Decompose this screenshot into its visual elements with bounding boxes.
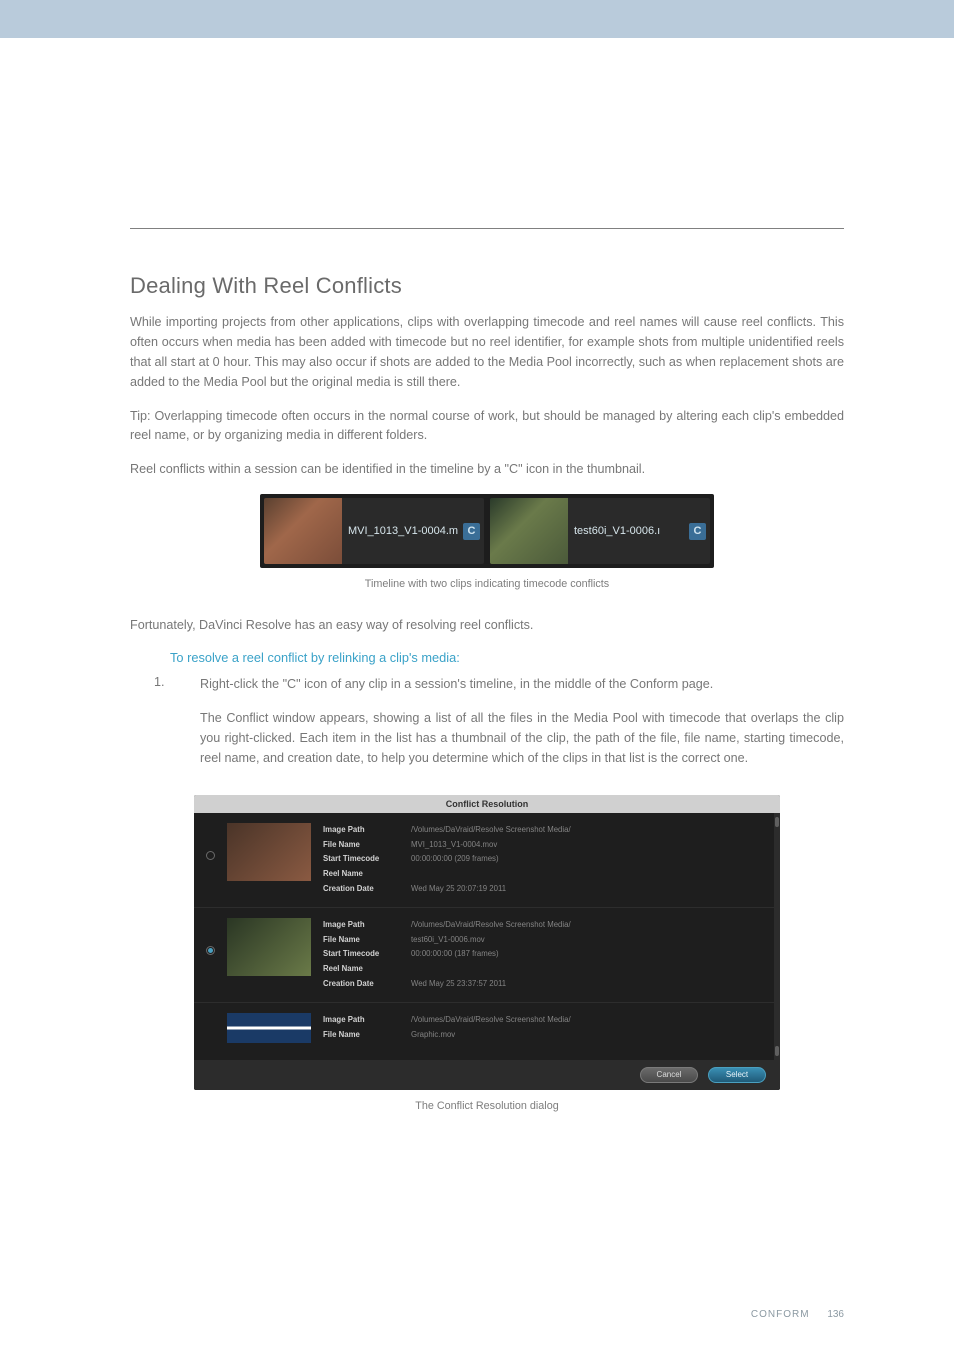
- timeline-clip-2[interactable]: test60i_V1-0006.ı C: [490, 498, 710, 564]
- meta-key: Image Path: [323, 823, 395, 838]
- conflict-entry[interactable]: Image Path/Volumes/DaVraid/Resolve Scree…: [194, 1003, 776, 1060]
- step-1: 1. Right-click the "C" icon of any clip …: [154, 675, 844, 783]
- clip-name-label: MVI_1013_V1-0004.m: [342, 525, 463, 537]
- meta-key: File Name: [323, 1028, 395, 1043]
- para-fortunately: Fortunately, DaVinci Resolve has an easy…: [130, 616, 844, 636]
- select-button[interactable]: Select: [708, 1067, 766, 1083]
- entry-thumbnail: [227, 918, 311, 976]
- meta-value: Graphic.mov: [411, 1028, 455, 1043]
- meta-key: Reel Name: [323, 962, 395, 977]
- entry-thumbnail: [227, 823, 311, 881]
- meta-key: Start Timecode: [323, 947, 395, 962]
- meta-value: Wed May 25 23:37:57 2011: [411, 977, 506, 992]
- meta-value: 00:00:00:00 (209 frames): [411, 852, 499, 867]
- para-intro: While importing projects from other appl…: [130, 313, 844, 393]
- conflict-entry[interactable]: Image Path/Volumes/DaVraid/Resolve Scree…: [194, 908, 776, 1003]
- meta-key: Reel Name: [323, 867, 395, 882]
- para-c-icon: Reel conflicts within a session can be i…: [130, 460, 844, 480]
- entry-metadata: Image Path/Volumes/DaVraid/Resolve Scree…: [323, 918, 764, 992]
- radio-selected[interactable]: [206, 946, 215, 955]
- meta-key: Start Timecode: [323, 852, 395, 867]
- entry-metadata: Image Path/Volumes/DaVraid/Resolve Scree…: [323, 1013, 764, 1043]
- clip-thumbnail: [264, 498, 342, 564]
- meta-key: Image Path: [323, 918, 395, 933]
- figure-conflict-dialog: Conflict Resolution Image Path/Volumes/D…: [194, 795, 780, 1090]
- meta-key: File Name: [323, 838, 395, 853]
- scrollbar-thumb: [775, 1046, 779, 1056]
- meta-value: /Volumes/DaVraid/Resolve Screenshot Medi…: [411, 918, 571, 933]
- para-tip: Tip: Overlapping timecode often occurs i…: [130, 407, 844, 447]
- meta-value: Wed May 25 20:07:19 2011: [411, 882, 506, 897]
- meta-key: Creation Date: [323, 977, 395, 992]
- meta-value: /Volumes/DaVraid/Resolve Screenshot Medi…: [411, 823, 571, 838]
- meta-value: 00:00:00:00 (187 frames): [411, 947, 499, 962]
- meta-value: MVI_1013_V1-0004.mov: [411, 838, 497, 853]
- timeline-clip-1[interactable]: MVI_1013_V1-0004.m C: [264, 498, 484, 564]
- meta-key: Creation Date: [323, 882, 395, 897]
- dialog-body: Image Path/Volumes/DaVraid/Resolve Scree…: [194, 813, 780, 1060]
- radio-unselected[interactable]: [206, 851, 215, 860]
- meta-value: test60i_V1-0006.mov: [411, 933, 485, 948]
- step-text-a: Right-click the "C" icon of any clip in …: [200, 675, 844, 695]
- page-content: Dealing With Reel Conflicts While import…: [0, 38, 954, 1178]
- scrollbar-thumb: [775, 817, 779, 827]
- figure-caption-1: Timeline with two clips indicating timec…: [130, 578, 844, 590]
- footer-page-number: 136: [827, 1309, 844, 1320]
- procedure-steps: 1. Right-click the "C" icon of any clip …: [154, 675, 844, 783]
- meta-key: Image Path: [323, 1013, 395, 1028]
- step-text-b: The Conflict window appears, showing a l…: [200, 709, 844, 769]
- figure-caption-2: The Conflict Resolution dialog: [130, 1100, 844, 1112]
- top-banner: [0, 0, 954, 38]
- cancel-button[interactable]: Cancel: [640, 1067, 698, 1083]
- clip-thumbnail: [490, 498, 568, 564]
- footer-section: CONFORM: [751, 1309, 810, 1320]
- figure-timeline-conflicts: MVI_1013_V1-0004.m C test60i_V1-0006.ı C: [260, 494, 714, 568]
- meta-value: /Volumes/DaVraid/Resolve Screenshot Medi…: [411, 1013, 571, 1028]
- entry-thumbnail: [227, 1013, 311, 1043]
- dialog-title: Conflict Resolution: [194, 795, 780, 813]
- section-title: Dealing With Reel Conflicts: [130, 228, 844, 299]
- dialog-footer: Cancel Select: [194, 1060, 780, 1090]
- conflict-entry[interactable]: Image Path/Volumes/DaVraid/Resolve Scree…: [194, 813, 776, 908]
- dialog-scrollbar[interactable]: [774, 813, 780, 1060]
- procedure-heading: To resolve a reel conflict by relinking …: [170, 650, 844, 665]
- clip-name-label: test60i_V1-0006.ı: [568, 525, 689, 537]
- step-number: 1.: [154, 675, 166, 783]
- entry-metadata: Image Path/Volumes/DaVraid/Resolve Scree…: [323, 823, 764, 897]
- meta-key: File Name: [323, 933, 395, 948]
- conflict-c-icon[interactable]: C: [463, 523, 480, 540]
- conflict-c-icon[interactable]: C: [689, 523, 706, 540]
- page-footer: CONFORM 136: [751, 1309, 844, 1320]
